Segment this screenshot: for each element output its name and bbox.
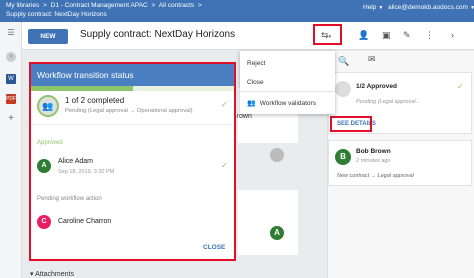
- caret-down-icon: ▼: [469, 5, 474, 11]
- comment-author: Bob Brown: [356, 148, 391, 155]
- document-title: Supply contract: NextDay Horizons: [80, 29, 236, 40]
- new-button[interactable]: NEW: [28, 29, 68, 44]
- workflow-status-dialog: Workflow transition status 👥 1 of 2 comp…: [29, 62, 236, 261]
- pending-section-label: Pending workflow action: [37, 196, 102, 202]
- help-menu[interactable]: Help ▼: [363, 4, 383, 11]
- caret-down-icon: ▼: [378, 5, 384, 11]
- workflow-menu: Reject Close 👥 Workflow validators: [240, 51, 335, 114]
- group-icon: 👥: [247, 100, 256, 107]
- collapse-panel-icon[interactable]: ›: [451, 30, 454, 40]
- breadcrumb-all-contracts[interactable]: All contracts: [159, 2, 194, 9]
- progress-bar-fill: [31, 86, 133, 91]
- progress-text: 1 of 2 completed: [65, 96, 125, 105]
- expand-icon[interactable]: ›: [6, 52, 16, 62]
- menu-item-workflow-validators[interactable]: 👥 Workflow validators: [247, 99, 316, 107]
- breadcrumb-sep: >: [151, 2, 156, 9]
- edit-icon[interactable]: ✎: [403, 30, 411, 41]
- comment-text: New contract → Legal approval: [337, 173, 414, 179]
- breadcrumb-current: Supply contract: NextDay Horizons: [6, 11, 107, 18]
- add-icon[interactable]: +: [6, 114, 16, 124]
- more-vert-icon[interactable]: ⋮: [425, 30, 434, 41]
- avatar: [270, 148, 284, 162]
- menu-item-reject[interactable]: Reject: [247, 60, 265, 67]
- add-user-icon[interactable]: 👤: [358, 30, 369, 41]
- progress-bar: [31, 86, 234, 91]
- breadcrumb-sep: >: [198, 2, 202, 9]
- user-menu[interactable]: alice@demokb.aodocs.com ▼: [388, 4, 474, 11]
- approver-name: Alice Adam: [58, 158, 94, 165]
- attachments-section[interactable]: ▾ Attachments: [30, 270, 74, 278]
- approval-group-icon: [335, 81, 351, 97]
- menu-icon[interactable]: ☰: [6, 28, 16, 38]
- breadcrumb-sep: >: [43, 2, 47, 9]
- breadcrumb: My libraries > D1 - Contract Management …: [6, 2, 204, 9]
- progress-subtext: Pending (Legal approval → Operational ap…: [65, 108, 193, 114]
- avatar: A: [37, 159, 51, 173]
- background-card: [238, 190, 298, 255]
- avatar: A: [270, 226, 284, 240]
- group-icon: 👥: [37, 95, 59, 117]
- dialog-title: Workflow transition status: [31, 64, 234, 86]
- menu-divider: [240, 91, 335, 92]
- document-header: NEW Supply contract: NextDay Horizons ⇆▾…: [22, 22, 474, 50]
- top-bar: My libraries > D1 - Contract Management …: [0, 0, 474, 22]
- divider: [31, 124, 234, 125]
- check-icon: ✓: [221, 100, 228, 109]
- breadcrumb-my-libraries[interactable]: My libraries: [6, 2, 39, 9]
- comment-time: 2 minutes ago: [356, 158, 391, 164]
- check-icon: ✓: [457, 82, 464, 91]
- avatar: C: [37, 215, 51, 229]
- approval-count: 1/2 Approved: [356, 83, 397, 90]
- comments-tab-icon[interactable]: ✉: [368, 54, 376, 65]
- avatar: B: [335, 149, 351, 165]
- comment-card: B Bob Brown 2 minutes ago New contract →…: [328, 140, 472, 186]
- menu-item-close[interactable]: Close: [247, 79, 264, 86]
- word-doc-icon[interactable]: W: [6, 74, 16, 84]
- breadcrumb-library[interactable]: D1 - Contract Management APAC: [51, 2, 148, 9]
- see-details-highlight: [330, 116, 372, 132]
- pdf-doc-icon[interactable]: PDF: [6, 94, 16, 104]
- check-icon: ✓: [221, 161, 228, 170]
- approved-section-label: Approved: [37, 140, 63, 146]
- left-rail: ☰ › W PDF +: [0, 22, 22, 278]
- close-button[interactable]: CLOSE: [203, 244, 225, 251]
- workflow-button-highlight: [313, 24, 342, 45]
- pending-approver-name: Caroline Charron: [58, 218, 112, 225]
- approval-pending-text: Pending (Legal approval...: [356, 99, 421, 105]
- approval-date: Sep 18, 2019, 3:20 PM: [58, 169, 115, 175]
- info-tab-icon[interactable]: 🔍: [338, 56, 349, 67]
- move-folder-icon[interactable]: ▣: [382, 30, 391, 41]
